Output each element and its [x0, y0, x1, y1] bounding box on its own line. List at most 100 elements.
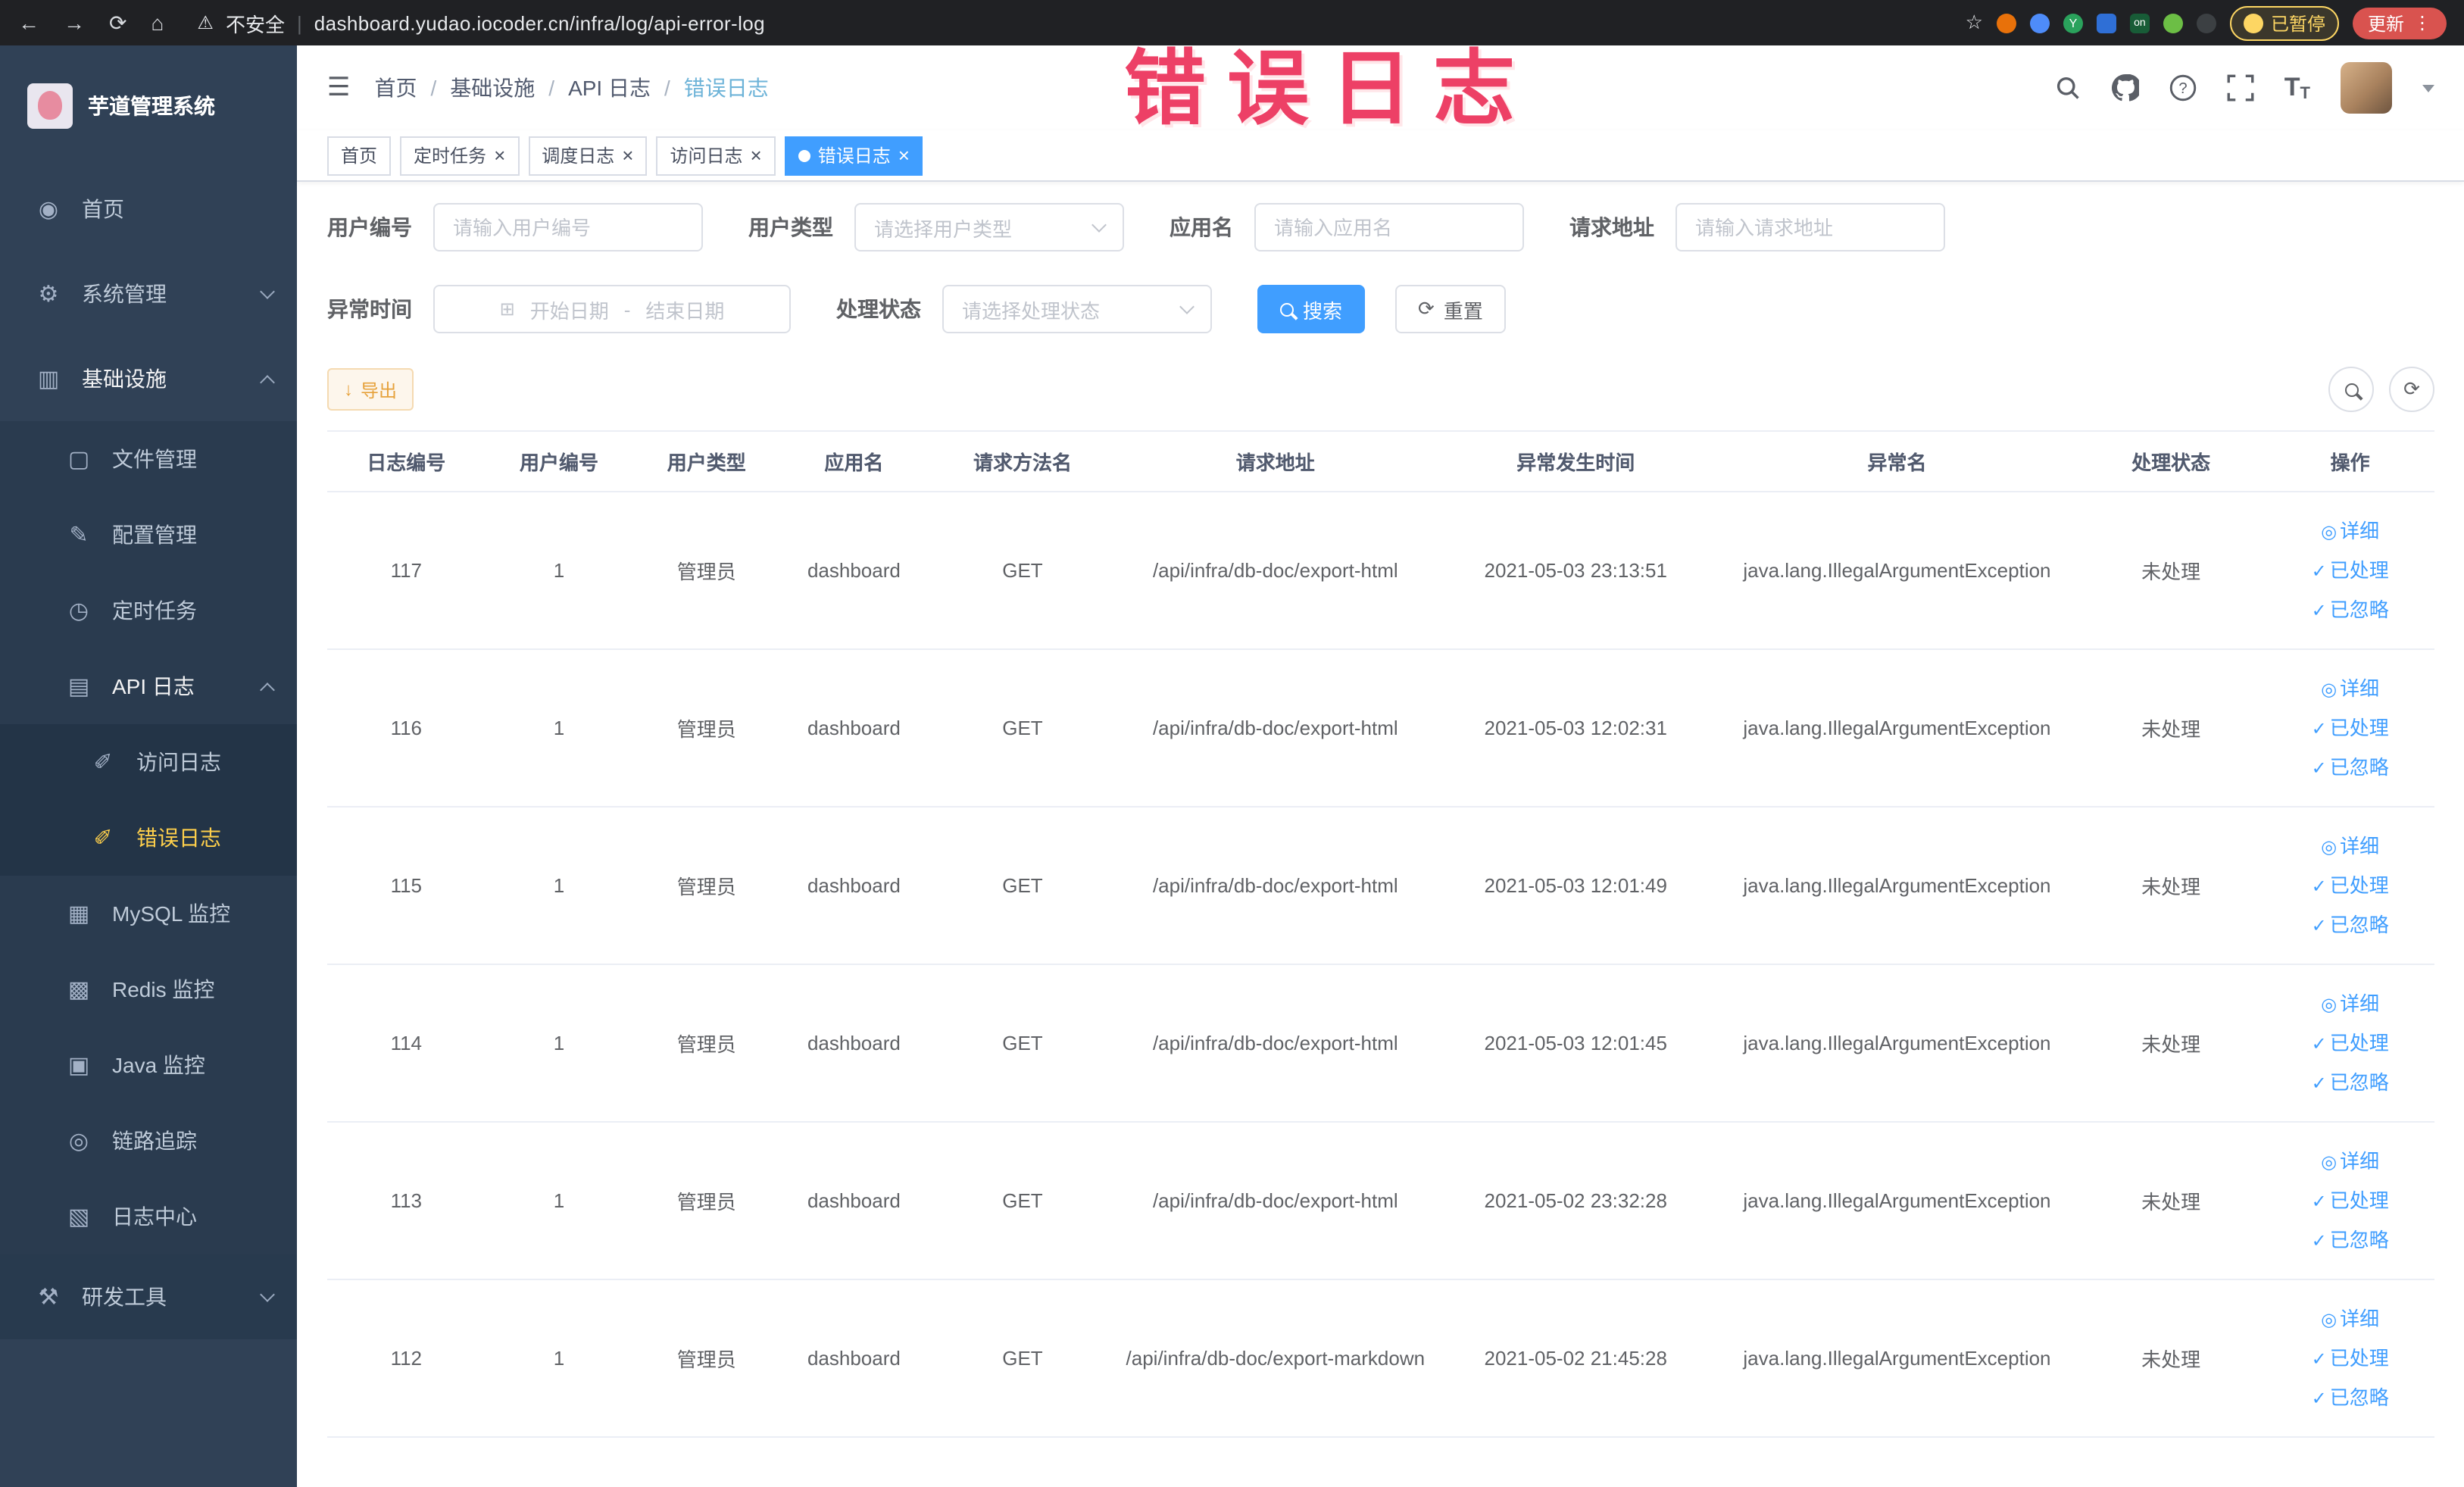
- close-icon[interactable]: ×: [751, 145, 762, 165]
- sidebar-item-scheduled-tasks[interactable]: ◷ 定时任务: [0, 573, 297, 648]
- app-name-label: 应用名: [1170, 215, 1233, 239]
- tab-error-logs[interactable]: 错误日志 ×: [784, 136, 923, 175]
- mark-ignored-link[interactable]: ✓ 已忽略: [2272, 1220, 2428, 1260]
- detail-link[interactable]: ◎ 详细: [2272, 826, 2428, 866]
- extension-icon[interactable]: [2029, 13, 2050, 33]
- breadcrumb-item[interactable]: 首页: [375, 73, 417, 103]
- chevron-up-icon: [260, 374, 275, 389]
- sidebar-item-access-logs[interactable]: ✐ 访问日志: [0, 724, 297, 800]
- tab-scheduled-tasks[interactable]: 定时任务 ×: [400, 136, 520, 175]
- sidebar-item-system-management[interactable]: ⚙ 系统管理: [0, 251, 297, 336]
- cell-status: 未处理: [2075, 1279, 2266, 1438]
- breadcrumb-item[interactable]: API 日志: [568, 73, 651, 103]
- fullscreen-icon[interactable]: [2227, 74, 2254, 102]
- back-icon[interactable]: ←: [18, 11, 39, 35]
- column-header: 用户编号: [485, 430, 633, 492]
- toggle-search-button[interactable]: [2328, 367, 2374, 412]
- sidebar-item-infrastructure[interactable]: ▥ 基础设施: [0, 336, 297, 421]
- reset-button[interactable]: ⟳ 重置: [1395, 285, 1506, 333]
- search-icon: [2344, 383, 2358, 396]
- mark-ignored-link[interactable]: ✓ 已忽略: [2272, 748, 2428, 787]
- avatar[interactable]: [2341, 62, 2392, 114]
- detail-link[interactable]: ◎ 详细: [2272, 669, 2428, 708]
- sidebar-item-redis-monitor[interactable]: ▩ Redis 监控: [0, 951, 297, 1027]
- extension-icon[interactable]: Y: [2063, 13, 2083, 33]
- tab-schedule-logs[interactable]: 调度日志 ×: [528, 136, 648, 175]
- search-button[interactable]: 搜索: [1257, 285, 1366, 333]
- app-name-input[interactable]: [1254, 203, 1524, 251]
- home-icon[interactable]: ⌂: [151, 11, 164, 35]
- github-icon[interactable]: [2111, 74, 2139, 102]
- request-url-input[interactable]: [1675, 203, 1945, 251]
- sidebar-item-error-logs[interactable]: ✐ 错误日志: [0, 800, 297, 876]
- date-range-picker[interactable]: ⊞ 开始日期 - 结束日期: [433, 285, 791, 333]
- detail-link[interactable]: ◎ 详细: [2272, 984, 2428, 1023]
- close-icon[interactable]: ×: [622, 145, 633, 165]
- mark-ignored-link[interactable]: ✓ 已忽略: [2272, 1378, 2428, 1417]
- mark-processed-link[interactable]: ✓ 已处理: [2272, 708, 2428, 748]
- sidebar-item-file-management[interactable]: ▢ 文件管理: [0, 421, 297, 497]
- hamburger-icon[interactable]: ☰: [327, 73, 351, 103]
- tab-access-logs[interactable]: 访问日志 ×: [656, 136, 776, 175]
- breadcrumb-separator: /: [664, 76, 670, 100]
- sidebar-item-java-monitor[interactable]: ▣ Java 监控: [0, 1027, 297, 1103]
- user-type-select[interactable]: 请选择用户类型: [854, 203, 1124, 251]
- mark-processed-link[interactable]: ✓ 已处理: [2272, 1181, 2428, 1220]
- sidebar-item-dev-tools[interactable]: ⚒ 研发工具: [0, 1254, 297, 1339]
- svg-text:?: ?: [2178, 80, 2187, 97]
- sidebar-item-log-center[interactable]: ▧ 日志中心: [0, 1179, 297, 1254]
- extension-icon[interactable]: [1996, 13, 2016, 33]
- close-icon[interactable]: ×: [494, 145, 505, 165]
- forward-icon[interactable]: →: [64, 11, 85, 35]
- tab-home[interactable]: 首页: [327, 136, 392, 175]
- cell-user-type: 管理员: [632, 492, 781, 650]
- bookmark-star-icon[interactable]: ☆: [1966, 11, 1983, 35]
- process-status-select[interactable]: 请选择处理状态: [942, 285, 1212, 333]
- chevron-up-icon: [260, 682, 275, 697]
- mark-ignored-link[interactable]: ✓ 已忽略: [2272, 590, 2428, 629]
- breadcrumb-item[interactable]: 基础设施: [450, 73, 535, 103]
- font-size-icon[interactable]: TT: [2284, 73, 2310, 103]
- caret-down-icon[interactable]: [2422, 85, 2434, 98]
- extension-icon[interactable]: [2196, 13, 2216, 33]
- export-button[interactable]: ↓ 导出: [327, 368, 414, 411]
- close-icon[interactable]: ×: [898, 145, 910, 165]
- reload-icon[interactable]: ⟳: [109, 10, 126, 36]
- mark-processed-link[interactable]: ✓ 已处理: [2272, 551, 2428, 590]
- column-header: 异常发生时间: [1433, 430, 1718, 492]
- address-bar[interactable]: ⚠ 不安全 | dashboard.yudao.iocoder.cn/infra…: [197, 8, 1947, 37]
- sidebar-item-config-management[interactable]: ✎ 配置管理: [0, 497, 297, 573]
- extension-icon[interactable]: [2163, 13, 2183, 33]
- mark-ignored-link[interactable]: ✓ 已忽略: [2272, 1063, 2428, 1102]
- extension-on-badge[interactable]: on: [2129, 13, 2150, 33]
- cell-time: 2021-05-03 12:01:45: [1433, 964, 1718, 1123]
- browser-nav-buttons: ← → ⟳ ⌂: [18, 10, 164, 36]
- mark-processed-link[interactable]: ✓ 已处理: [2272, 1023, 2428, 1063]
- profile-paused-chip[interactable]: 已暂停: [2229, 5, 2339, 40]
- warning-icon: ⚠: [197, 12, 214, 33]
- help-icon[interactable]: ?: [2169, 74, 2197, 102]
- sidebar-item-mysql-monitor[interactable]: ▦ MySQL 监控: [0, 876, 297, 951]
- sidebar-item-api-logs[interactable]: ▤ API 日志: [0, 648, 297, 724]
- mark-processed-link[interactable]: ✓ 已处理: [2272, 1339, 2428, 1378]
- detail-link[interactable]: ◎ 详细: [2272, 1299, 2428, 1339]
- user-id-input[interactable]: [433, 203, 703, 251]
- browser-update-button[interactable]: 更新 ⋮: [2352, 7, 2447, 39]
- cell-exception: java.lang.IllegalArgumentException: [1718, 1122, 2076, 1280]
- breadcrumb-separator: /: [548, 76, 555, 100]
- extension-icon[interactable]: [2096, 13, 2116, 33]
- refresh-table-button[interactable]: ⟳: [2389, 367, 2434, 412]
- sidebar-logo[interactable]: 芋道管理系统: [0, 45, 297, 167]
- detail-link[interactable]: ◎ 详细: [2272, 1142, 2428, 1181]
- table-row: 112 1 管理员 dashboard GET /api/infra/db-do…: [327, 1279, 2434, 1438]
- sidebar-item-link-tracing[interactable]: ◎ 链路追踪: [0, 1103, 297, 1179]
- tools-icon: ⚒: [38, 1285, 59, 1310]
- search-icon[interactable]: [2054, 74, 2081, 102]
- cell-actions: ◎ 详细 ✓ 已处理 ✓ 已忽略: [2266, 1122, 2434, 1280]
- mark-processed-link[interactable]: ✓ 已处理: [2272, 866, 2428, 905]
- sidebar-item-home[interactable]: ◉ 首页: [0, 167, 297, 251]
- detail-link[interactable]: ◎ 详细: [2272, 511, 2428, 551]
- column-header: 日志编号: [327, 430, 486, 492]
- mark-ignored-link[interactable]: ✓ 已忽略: [2272, 905, 2428, 945]
- date-range-separator: -: [623, 298, 631, 320]
